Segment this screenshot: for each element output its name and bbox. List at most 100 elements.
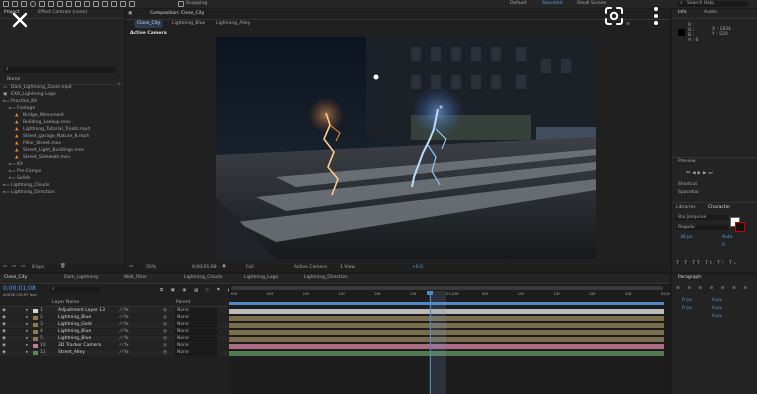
space-after-field[interactable]: 0 px xyxy=(712,314,722,319)
column-parent[interactable]: Parent xyxy=(176,300,190,305)
pan-behind-tool-icon[interactable] xyxy=(57,1,63,7)
layer-duration-bar[interactable] xyxy=(229,344,664,349)
trash-icon[interactable]: 🗑 xyxy=(60,264,66,269)
stroke-color-swatch[interactable] xyxy=(735,222,745,232)
search-help-field[interactable]: ⌕ Search Help xyxy=(677,1,749,7)
timeline-tab[interactable]: Lightning_Logo xyxy=(244,274,278,283)
project-item[interactable]: ▣ EXO_Lightning Logo xyxy=(0,91,124,98)
selection-tool-icon[interactable] xyxy=(12,1,18,7)
always-preview-icon[interactable]: ▭ xyxy=(129,264,133,269)
more-options-button[interactable] xyxy=(648,4,664,28)
project-item[interactable]: ▲ Street_garage_Nature_8.mp4 xyxy=(0,133,124,140)
snapshot-icon[interactable]: ◉ xyxy=(222,264,226,269)
project-item[interactable]: ▲ Street_Sidewalk.mov xyxy=(0,154,124,161)
layer-duration-bar[interactable] xyxy=(229,316,664,321)
new-folder-icon[interactable]: ▭ xyxy=(12,264,16,269)
project-item[interactable]: ▸▭ Pre-Comps xyxy=(0,168,124,175)
playhead-line[interactable] xyxy=(430,291,431,394)
brush-tool-icon[interactable] xyxy=(93,1,99,7)
exposure-value[interactable]: +0.0 xyxy=(412,265,423,270)
resolution-dropdown[interactable]: Full xyxy=(246,265,254,270)
layer-duration-bar[interactable] xyxy=(229,351,664,356)
project-item[interactable]: ▸▭ Lightning_Clouds xyxy=(0,182,124,189)
tab-close-city[interactable]: Close_City xyxy=(134,20,164,28)
current-time-indicator[interactable] xyxy=(429,291,446,394)
project-item[interactable]: ▸▭ Kit xyxy=(0,161,124,168)
project-item[interactable]: ▭ Dark_Lightning_Zoom.mp4 xyxy=(0,84,124,91)
layer-duration-bar[interactable] xyxy=(229,337,664,342)
bpc-label[interactable]: 8 bpc xyxy=(32,265,44,270)
composition-viewer[interactable] xyxy=(216,37,596,259)
font-size-field[interactable]: 36 px xyxy=(680,235,693,240)
alignment-icons[interactable]: ≡ ≡ ≡ ≡ ≡ ≡ ≡ xyxy=(676,286,750,291)
tab-info[interactable]: Info xyxy=(678,9,687,17)
snapping-icon[interactable] xyxy=(178,1,184,7)
workspace-standard[interactable]: Standard xyxy=(542,1,562,6)
tab-effect-controls[interactable]: Effect Controls (none) xyxy=(38,9,87,17)
interpret-footage-icon[interactable]: ▭ xyxy=(3,264,7,269)
space-before-field[interactable]: 0 px xyxy=(712,306,722,311)
tab-character[interactable]: Character xyxy=(708,205,730,210)
project-item[interactable]: ▲ Pillar_Street.mov xyxy=(0,140,124,147)
layer-search-field[interactable]: ⌕ xyxy=(50,287,100,293)
tab-lightning-alley[interactable]: Lightning_Alley xyxy=(216,20,250,28)
rectangle-tool-icon[interactable] xyxy=(66,1,72,7)
pen-tool-icon[interactable] xyxy=(75,1,81,7)
project-item[interactable]: ▲ Bridge_Monument xyxy=(0,112,124,119)
playhead-marker[interactable] xyxy=(427,291,433,295)
shortcut-dropdown[interactable]: Spacebar xyxy=(678,190,738,195)
hand-tool-icon[interactable] xyxy=(21,1,27,7)
composition-title[interactable]: Composition: Close_City xyxy=(150,11,204,16)
font-style-dropdown[interactable]: Regular xyxy=(676,225,728,230)
indent-first-field[interactable]: 0 px xyxy=(682,306,692,311)
lock-icon[interactable]: ▣ xyxy=(128,11,132,16)
google-lens-button[interactable] xyxy=(602,4,626,28)
tab-preview[interactable]: Preview xyxy=(678,159,696,164)
timeline-switch-icons[interactable]: ⧉ ▣ ◉ ◪ ◇ ⚑ ◐ xyxy=(160,287,235,293)
last-frame-icon[interactable]: ⏭ xyxy=(708,171,714,176)
eraser-tool-icon[interactable] xyxy=(111,1,117,7)
zoom-tool-icon[interactable] xyxy=(30,1,36,7)
timeline-tab[interactable]: Lightning_Direction xyxy=(304,274,348,283)
comp-panel-menu-icon[interactable]: ≡ xyxy=(626,22,630,27)
project-item[interactable]: ▸▭ Lightning_Direction xyxy=(0,189,124,196)
tracking-field[interactable]: 0 xyxy=(722,243,725,248)
indent-left-field[interactable]: 0 px xyxy=(682,298,692,303)
views-dropdown[interactable]: 1 View xyxy=(340,265,355,270)
layer-duration-bar[interactable] xyxy=(229,330,664,335)
timeline-tab[interactable]: Dark_Lightning xyxy=(64,274,98,283)
roto-brush-tool-icon[interactable] xyxy=(120,1,126,7)
project-search-field[interactable]: ⌕ xyxy=(4,67,116,73)
tab-libraries[interactable]: Libraries xyxy=(676,205,695,210)
rotate-tool-icon[interactable] xyxy=(39,1,45,7)
zoom-dropdown[interactable]: 50% xyxy=(146,265,156,270)
tab-lightning-blue[interactable]: Lightning_Blue xyxy=(172,20,205,28)
camera-tool-icon[interactable] xyxy=(48,1,54,7)
work-area-range[interactable] xyxy=(229,302,664,305)
timeline-timecode[interactable]: 0;00;01;08 xyxy=(3,285,36,292)
timeline-tab[interactable]: Wall_Filter xyxy=(124,274,147,283)
close-button[interactable] xyxy=(9,9,31,31)
project-item[interactable]: ▸▭ Practice_Kit xyxy=(0,98,124,105)
project-item[interactable]: ▸▭ Footage xyxy=(0,105,124,112)
layer-duration-bar[interactable] xyxy=(229,323,664,328)
project-item[interactable]: ▲ Building_Lookup.mov xyxy=(0,119,124,126)
timeline-tab[interactable]: Lightning_Clouds xyxy=(184,274,223,283)
camera-dropdown[interactable]: Active Camera xyxy=(294,265,327,270)
new-comp-icon[interactable]: ▭ xyxy=(21,264,25,269)
workspace-default[interactable]: Default xyxy=(510,1,526,6)
work-area-bar[interactable] xyxy=(231,286,663,290)
project-item[interactable]: ▲ Lightning_Tutorial_Treats.mp4 xyxy=(0,126,124,133)
project-item[interactable]: ▲ Street_Light_Buildings.mov xyxy=(0,147,124,154)
project-item[interactable]: ▸▭ Solids xyxy=(0,175,124,182)
stamp-tool-icon[interactable] xyxy=(102,1,108,7)
font-family-dropdown[interactable]: Bai Jamjuree xyxy=(676,215,728,220)
tab-audio[interactable]: Audio xyxy=(704,9,717,17)
indent-right-field[interactable]: 0 px xyxy=(712,298,722,303)
layer-duration-bar[interactable] xyxy=(229,309,664,314)
time-ruler[interactable]: 00f 05f 10f 15f 20f 25f 01;00f 05f 10f 15f 20f 25f 0… xyxy=(229,291,670,301)
leading-field[interactable]: Auto xyxy=(722,235,732,240)
home-icon[interactable] xyxy=(3,1,9,7)
type-tool-icon[interactable] xyxy=(84,1,90,7)
timecode-display[interactable]: 0;00;01;08 xyxy=(192,265,217,270)
